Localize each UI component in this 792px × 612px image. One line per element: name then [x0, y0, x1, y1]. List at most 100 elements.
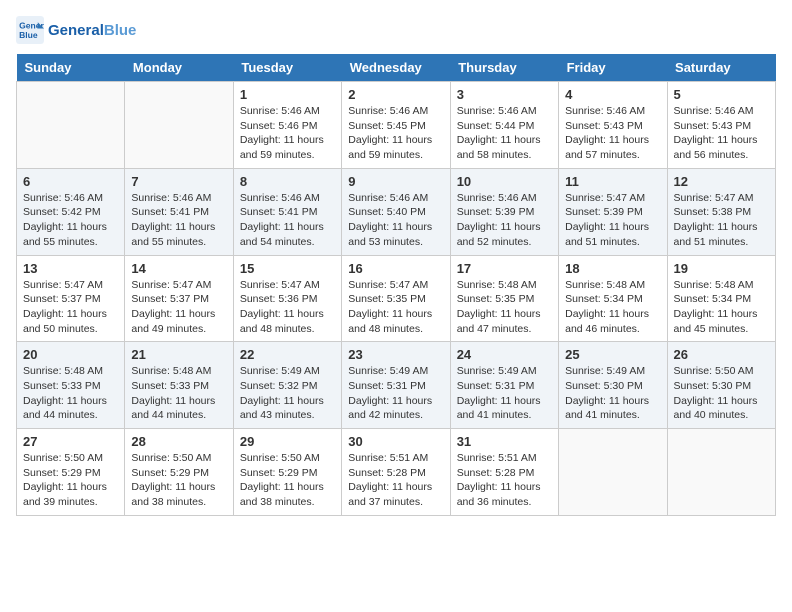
day-number: 3 — [457, 87, 552, 102]
day-number: 2 — [348, 87, 443, 102]
day-info: Sunrise: 5:47 AMSunset: 5:39 PMDaylight:… — [565, 191, 660, 250]
day-number: 8 — [240, 174, 335, 189]
day-info: Sunrise: 5:47 AMSunset: 5:37 PMDaylight:… — [23, 278, 118, 337]
day-number: 17 — [457, 261, 552, 276]
day-info: Sunrise: 5:47 AMSunset: 5:38 PMDaylight:… — [674, 191, 769, 250]
day-info: Sunrise: 5:46 AMSunset: 5:41 PMDaylight:… — [131, 191, 226, 250]
calendar-cell: 14 Sunrise: 5:47 AMSunset: 5:37 PMDayligh… — [125, 255, 233, 342]
weekday-header-friday: Friday — [559, 54, 667, 82]
day-info: Sunrise: 5:46 AMSunset: 5:44 PMDaylight:… — [457, 104, 552, 163]
calendar-cell: 12 Sunrise: 5:47 AMSunset: 5:38 PMDayligh… — [667, 168, 775, 255]
calendar-cell: 25 Sunrise: 5:49 AMSunset: 5:30 PMDayligh… — [559, 342, 667, 429]
day-number: 22 — [240, 347, 335, 362]
calendar-cell: 6Sunrise: 5:46 AMSunset: 5:42 PMDaylight… — [17, 168, 125, 255]
calendar-cell: 15 Sunrise: 5:47 AMSunset: 5:36 PMDayligh… — [233, 255, 341, 342]
day-number: 1 — [240, 87, 335, 102]
calendar-cell: 4 Sunrise: 5:46 AMSunset: 5:43 PMDaylight… — [559, 82, 667, 169]
day-info: Sunrise: 5:47 AMSunset: 5:35 PMDaylight:… — [348, 278, 443, 337]
calendar-cell: 7 Sunrise: 5:46 AMSunset: 5:41 PMDaylight… — [125, 168, 233, 255]
logo-text: GeneralBlue — [48, 22, 136, 39]
day-info: Sunrise: 5:46 AMSunset: 5:40 PMDaylight:… — [348, 191, 443, 250]
day-number: 29 — [240, 434, 335, 449]
day-number: 21 — [131, 347, 226, 362]
day-info: Sunrise: 5:48 AMSunset: 5:34 PMDaylight:… — [674, 278, 769, 337]
calendar-cell: 2 Sunrise: 5:46 AMSunset: 5:45 PMDaylight… — [342, 82, 450, 169]
calendar-cell: 30Sunrise: 5:51 AMSunset: 5:28 PMDayligh… — [342, 429, 450, 516]
day-number: 15 — [240, 261, 335, 276]
calendar-cell: 31 Sunrise: 5:51 AMSunset: 5:28 PMDayligh… — [450, 429, 558, 516]
day-number: 14 — [131, 261, 226, 276]
calendar-cell: 21 Sunrise: 5:48 AMSunset: 5:33 PMDayligh… — [125, 342, 233, 429]
calendar-cell: 19 Sunrise: 5:48 AMSunset: 5:34 PMDayligh… — [667, 255, 775, 342]
day-number: 11 — [565, 174, 660, 189]
calendar-cell: 29 Sunrise: 5:50 AMSunset: 5:29 PMDayligh… — [233, 429, 341, 516]
calendar-cell: 16 Sunrise: 5:47 AMSunset: 5:35 PMDayligh… — [342, 255, 450, 342]
day-number: 20 — [23, 347, 118, 362]
day-number: 13 — [23, 261, 118, 276]
calendar-cell — [17, 82, 125, 169]
calendar-cell: 17 Sunrise: 5:48 AMSunset: 5:35 PMDayligh… — [450, 255, 558, 342]
day-info: Sunrise: 5:46 AMSunset: 5:43 PMDaylight:… — [674, 104, 769, 163]
calendar-cell: 27 Sunrise: 5:50 AMSunset: 5:29 PMDayligh… — [17, 429, 125, 516]
calendar-header: SundayMondayTuesdayWednesdayThursdayFrid… — [17, 54, 776, 82]
calendar-cell: 3 Sunrise: 5:46 AMSunset: 5:44 PMDaylight… — [450, 82, 558, 169]
day-number: 23 — [348, 347, 443, 362]
calendar-cell — [125, 82, 233, 169]
day-number: 7 — [131, 174, 226, 189]
day-info: Sunrise: 5:49 AMSunset: 5:31 PMDaylight:… — [457, 364, 552, 423]
weekday-header-sunday: Sunday — [17, 54, 125, 82]
day-info: Sunrise: 5:50 AMSunset: 5:29 PMDaylight:… — [240, 451, 335, 510]
calendar-cell: 28 Sunrise: 5:50 AMSunset: 5:29 PMDayligh… — [125, 429, 233, 516]
calendar-cell: 26 Sunrise: 5:50 AMSunset: 5:30 PMDayligh… — [667, 342, 775, 429]
weekday-header-tuesday: Tuesday — [233, 54, 341, 82]
weekday-header-thursday: Thursday — [450, 54, 558, 82]
calendar-cell: 18 Sunrise: 5:48 AMSunset: 5:34 PMDayligh… — [559, 255, 667, 342]
calendar-cell: 24 Sunrise: 5:49 AMSunset: 5:31 PMDayligh… — [450, 342, 558, 429]
day-number: 16 — [348, 261, 443, 276]
calendar-cell: 5 Sunrise: 5:46 AMSunset: 5:43 PMDaylight… — [667, 82, 775, 169]
day-number: 24 — [457, 347, 552, 362]
day-info: Sunrise: 5:46 AMSunset: 5:43 PMDaylight:… — [565, 104, 660, 163]
day-number: 9 — [348, 174, 443, 189]
calendar-cell: 22Sunrise: 5:49 AMSunset: 5:32 PMDayligh… — [233, 342, 341, 429]
day-number: 26 — [674, 347, 769, 362]
calendar-cell: 13 Sunrise: 5:47 AMSunset: 5:37 PMDayligh… — [17, 255, 125, 342]
calendar-cell — [559, 429, 667, 516]
day-info: Sunrise: 5:48 AMSunset: 5:34 PMDaylight:… — [565, 278, 660, 337]
day-info: Sunrise: 5:48 AMSunset: 5:35 PMDaylight:… — [457, 278, 552, 337]
day-info: Sunrise: 5:51 AMSunset: 5:28 PMDaylight:… — [457, 451, 552, 510]
weekday-header-saturday: Saturday — [667, 54, 775, 82]
day-info: Sunrise: 5:47 AMSunset: 5:37 PMDaylight:… — [131, 278, 226, 337]
day-number: 18 — [565, 261, 660, 276]
calendar-cell: 11 Sunrise: 5:47 AMSunset: 5:39 PMDayligh… — [559, 168, 667, 255]
day-number: 12 — [674, 174, 769, 189]
page-header: General Blue GeneralBlue — [16, 16, 776, 44]
day-number: 31 — [457, 434, 552, 449]
calendar-cell: 10Sunrise: 5:46 AMSunset: 5:39 PMDayligh… — [450, 168, 558, 255]
calendar-cell: 20 Sunrise: 5:48 AMSunset: 5:33 PMDayligh… — [17, 342, 125, 429]
day-info: Sunrise: 5:46 AMSunset: 5:42 PMDaylight:… — [23, 191, 118, 250]
day-info: Sunrise: 5:46 AMSunset: 5:45 PMDaylight:… — [348, 104, 443, 163]
day-number: 25 — [565, 347, 660, 362]
day-info: Sunrise: 5:46 AMSunset: 5:41 PMDaylight:… — [240, 191, 335, 250]
day-info: Sunrise: 5:50 AMSunset: 5:30 PMDaylight:… — [674, 364, 769, 423]
day-info: Sunrise: 5:46 AMSunset: 5:46 PMDaylight:… — [240, 104, 335, 163]
day-number: 28 — [131, 434, 226, 449]
day-info: Sunrise: 5:51 AMSunset: 5:28 PMDaylight:… — [348, 451, 443, 510]
svg-text:Blue: Blue — [19, 30, 38, 40]
day-info: Sunrise: 5:50 AMSunset: 5:29 PMDaylight:… — [131, 451, 226, 510]
day-info: Sunrise: 5:49 AMSunset: 5:31 PMDaylight:… — [348, 364, 443, 423]
day-info: Sunrise: 5:50 AMSunset: 5:29 PMDaylight:… — [23, 451, 118, 510]
day-info: Sunrise: 5:49 AMSunset: 5:30 PMDaylight:… — [565, 364, 660, 423]
day-number: 27 — [23, 434, 118, 449]
day-number: 5 — [674, 87, 769, 102]
calendar-table: SundayMondayTuesdayWednesdayThursdayFrid… — [16, 54, 776, 516]
day-info: Sunrise: 5:48 AMSunset: 5:33 PMDaylight:… — [23, 364, 118, 423]
calendar-cell: 23 Sunrise: 5:49 AMSunset: 5:31 PMDayligh… — [342, 342, 450, 429]
logo-icon: General Blue — [16, 16, 44, 44]
day-number: 4 — [565, 87, 660, 102]
day-info: Sunrise: 5:48 AMSunset: 5:33 PMDaylight:… — [131, 364, 226, 423]
day-number: 19 — [674, 261, 769, 276]
day-info: Sunrise: 5:47 AMSunset: 5:36 PMDaylight:… — [240, 278, 335, 337]
calendar-cell — [667, 429, 775, 516]
